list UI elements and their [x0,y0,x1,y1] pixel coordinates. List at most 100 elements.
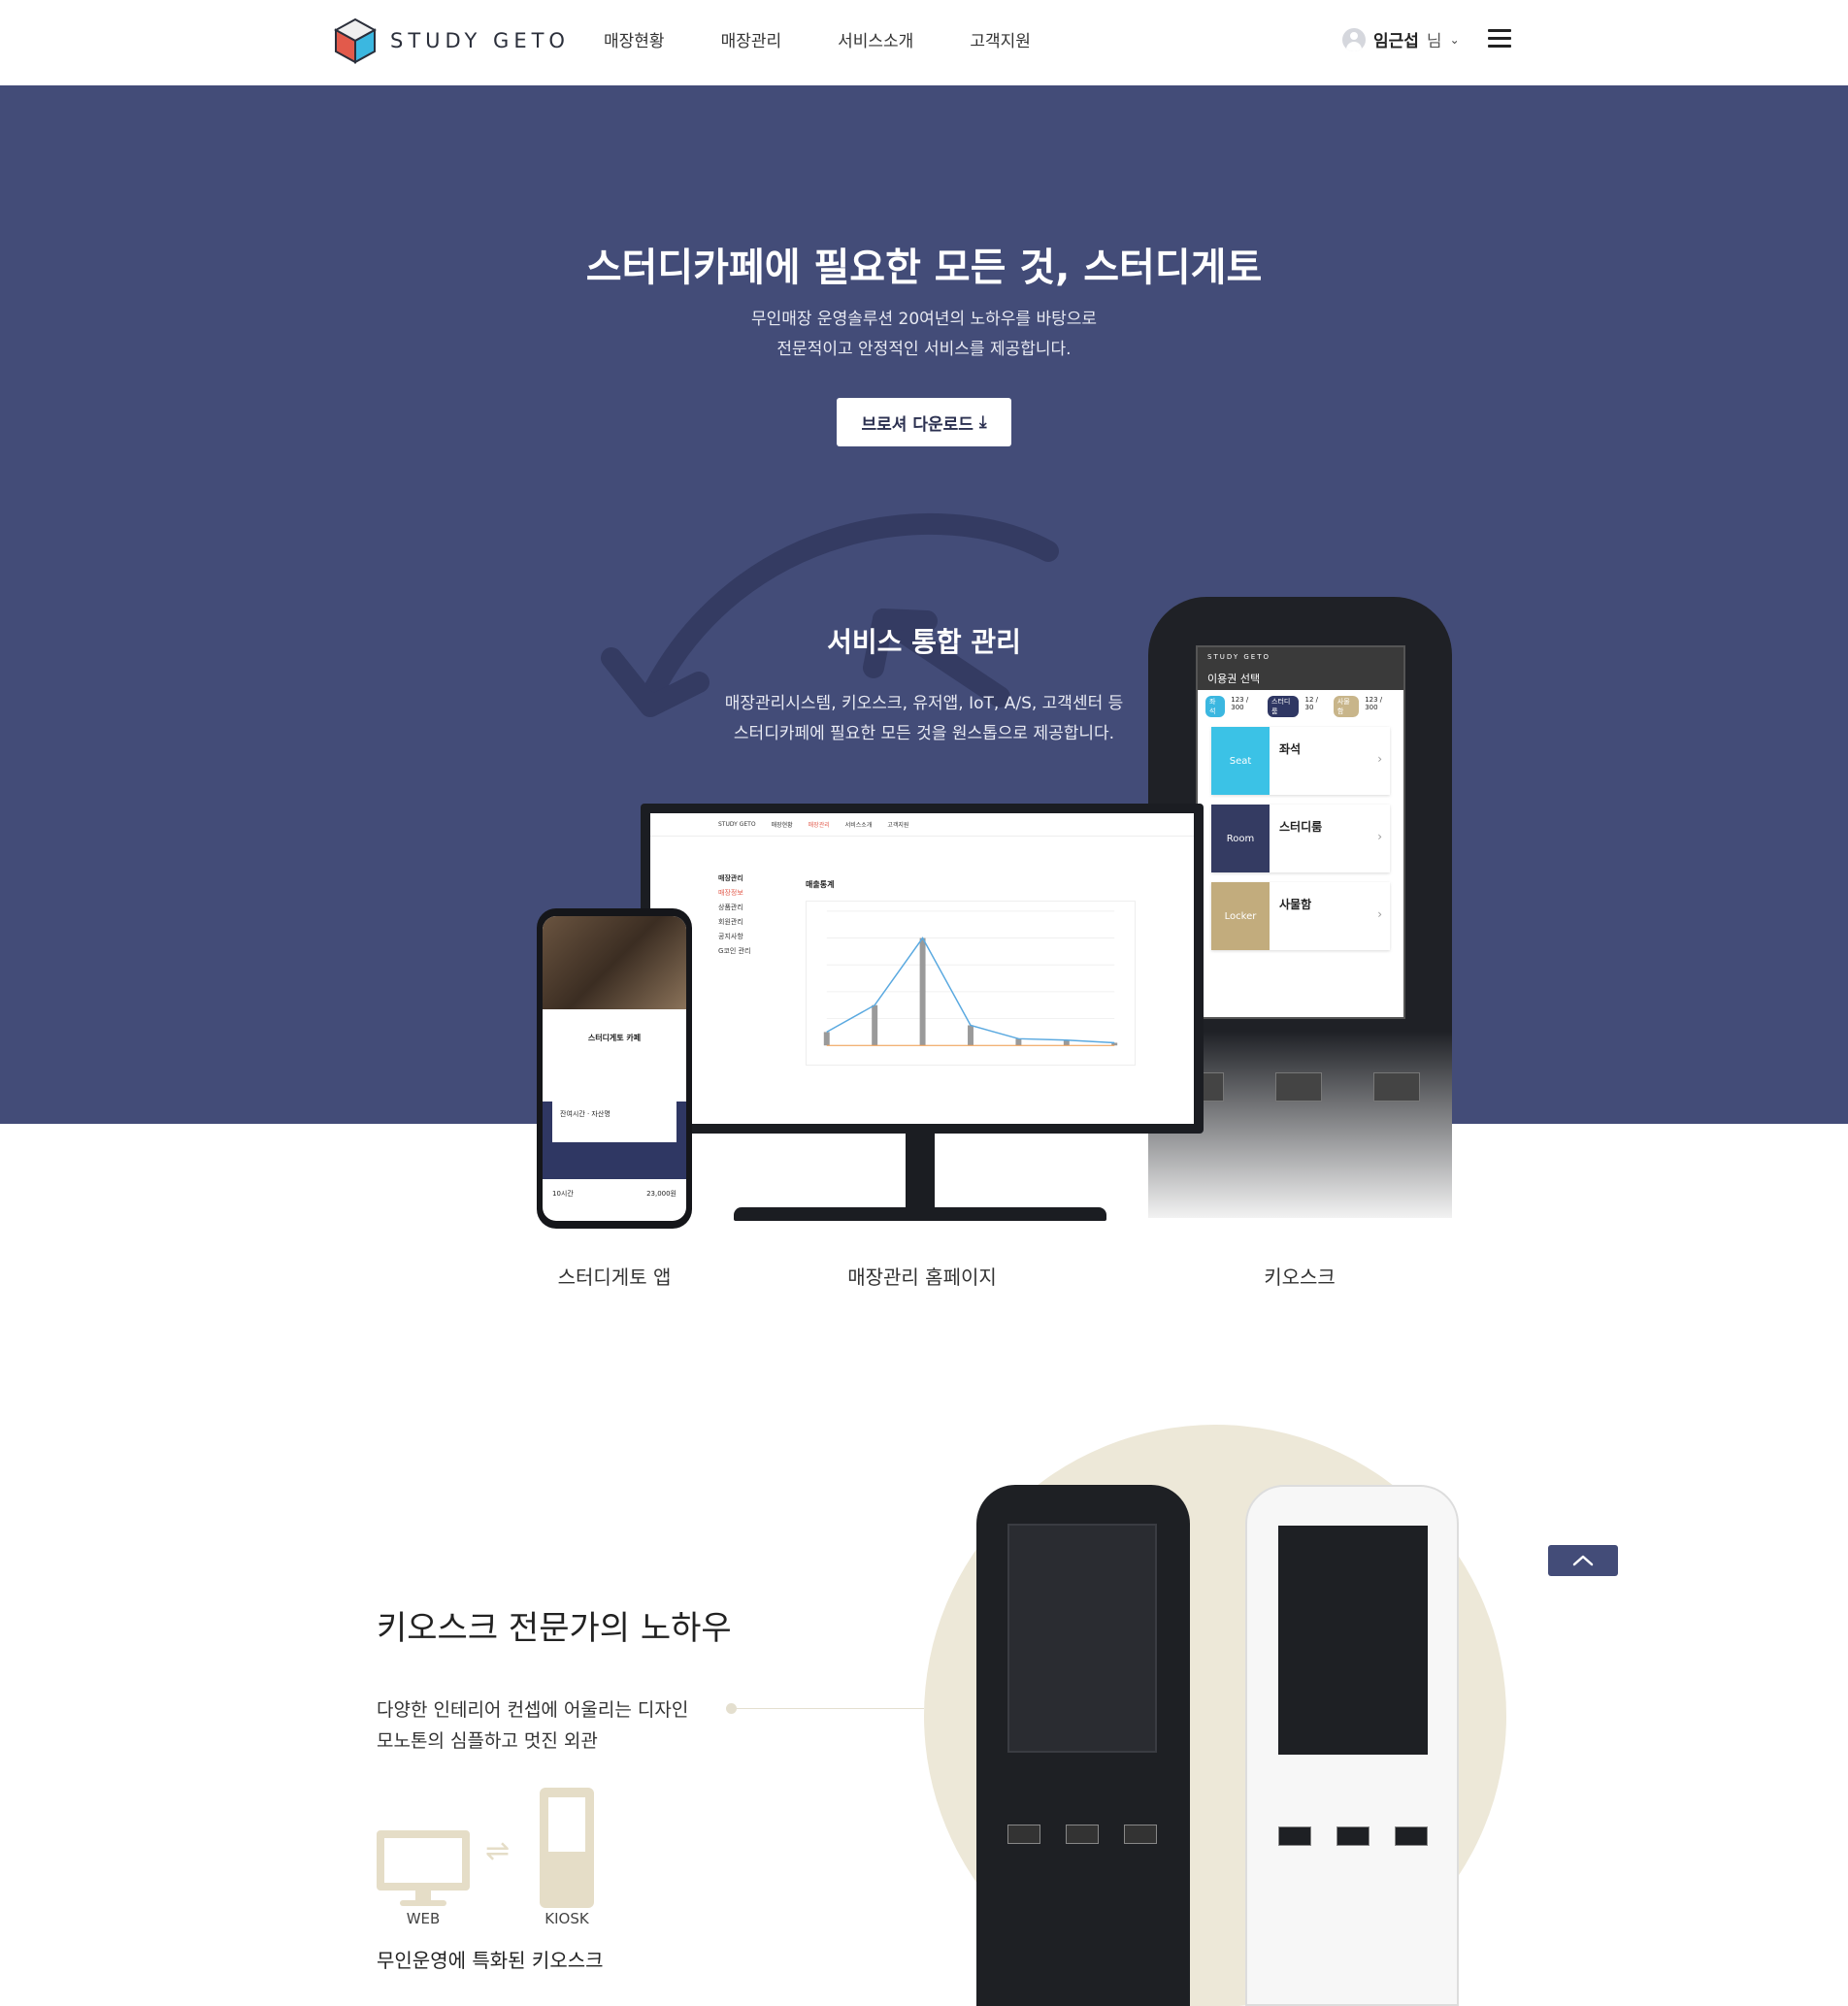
phone-time-label: 잔여시간 · 자산명 [560,1110,610,1118]
monitor-sidebar-title: 매장관리 [718,874,743,882]
user-menu[interactable]: 임근섭 님 ⌄ [1342,27,1460,51]
user-suffix: 님 [1426,32,1442,51]
kiosk-dark-screen [1007,1524,1157,1753]
kiosk-card-title: 스터디룸 [1279,820,1323,834]
chevron-down-icon: ⌄ [1449,32,1460,47]
monitor-device: STUDY GETO 매장현황 매장관리 서비스소개 고객지원 매장관리 매장정… [641,804,1204,1134]
monitor-nav-item: 매장현황 [771,822,793,829]
kiosk-card-locker[interactable]: Locker 사물함 › [1211,882,1390,950]
qr-reader-slot [1066,1825,1099,1844]
kiosk-icon [540,1788,594,1908]
kiosk-brand: STUDY GETO [1207,653,1270,661]
kiosk-tag-count: 123 / 300 [1365,696,1383,711]
service-subtitle: 매장관리시스템, 키오스크, 유저앱, IoT, A/S, 고객센터 등 스터디… [0,689,1848,749]
swap-arrows-icon: ⇌ [485,1834,511,1868]
monitor-icon-stand [415,1891,431,1900]
sales-chart [806,901,1136,1066]
user-name: 임근섭 [1373,32,1419,51]
monitor-sidebar-item: 매장정보 [718,889,743,897]
monitor-sidebar-item: G코인 관리 [718,947,751,955]
nav-store-management[interactable]: 매장관리 [721,27,782,51]
qr-reader-slot [1275,1072,1322,1102]
phone-price: 23,000원 [646,1190,676,1198]
phone-ticket-area: 잔여시간 · 자산명 [543,1102,686,1179]
qr-reader-slot [1336,1826,1370,1846]
scroll-top-button[interactable] [1548,1545,1618,1576]
brochure-download-button[interactable]: 브로셔 다운로드 ⤓ [837,398,1011,446]
kiosk-slots [1177,1072,1420,1102]
card-reader-slot [1278,1826,1311,1846]
device-label-homepage: 매장관리 홈페이지 [847,1266,997,1289]
device-label-kiosk: 키오스크 [1264,1266,1336,1289]
chevron-right-icon: › [1377,907,1382,921]
device-label-app: 스터디게토 앱 [557,1266,672,1289]
hero-subtitle-line: 전문적이고 안정적인 서비스를 제공합니다. [776,340,1072,359]
kiosk-card-title: 사물함 [1279,898,1312,911]
menu-icon[interactable] [1488,29,1511,49]
connector-dot [726,1703,737,1714]
chevron-right-icon: › [1377,830,1382,843]
phone-screen: 스터디게토 카페 잔여시간 · 자산명 10시간 23,000원 [543,916,686,1221]
web-label: WEB [406,1910,441,1927]
store-photo [543,916,686,1009]
monitor-nav-item: 매장관리 [808,822,830,829]
hero-subtitle: 무인매장 운영솔루션 20여년의 노하우를 바탕으로 전문적이고 안정적인 서비… [0,305,1848,365]
service-subtitle-line: 스터디카페에 필요한 모든 것을 원스톱으로 제공합니다. [733,724,1115,743]
kiosk-card-room[interactable]: Room 스터디룸 › [1211,805,1390,872]
receipt-slot [1124,1825,1157,1844]
phone-store-name: 스터디게토 카페 [587,1034,642,1042]
card-reader-slot [1007,1825,1040,1844]
kiosk-tag-seat: 좌석 [1205,696,1226,717]
download-icon: ⤓ [978,412,987,432]
chart-bar [1015,1038,1022,1046]
chart-bar [823,1032,830,1046]
monitor-sidebar-item: 상품관리 [718,904,743,911]
monitor-icon-base [400,1900,446,1906]
chart-bar [872,1004,878,1046]
page: STUDY GETO 매장현황 매장관리 서비스소개 고객지원 임근섭 님 ⌄ … [0,0,1848,2006]
receipt-slot [1373,1072,1420,1102]
kiosk-screen-header: STUDY GETO 이용권 선택 [1198,647,1403,690]
section2-bottom-text: 무인운영에 특화된 키오스크 [377,1949,604,1972]
monitor-sidebar: 매장관리 매장정보 상품관리 회원관리 공지사항 G코인 관리 [718,871,750,959]
logo-text: STUDY GETO [390,29,570,52]
logo[interactable]: STUDY GETO [334,17,570,64]
section2-title: 키오스크 전문가의 노하우 [377,1609,732,1648]
monitor-chart-title: 매출통계 [806,880,835,889]
chevron-up-icon [1572,1555,1594,1566]
section2-subtitle-line: 다양한 인테리어 컨셉에 어울리는 디자인 [377,1699,689,1721]
phone-hours: 10시간 [552,1190,574,1198]
nav-customer-support[interactable]: 고객지원 [970,27,1031,51]
room-icon: Room [1211,805,1270,872]
kiosk-tag-count: 123 / 300 [1231,696,1249,711]
cube-logo-icon [334,17,377,64]
kiosk-label: KIOSK [544,1910,589,1927]
nav-store-status[interactable]: 매장현황 [604,27,665,51]
phone-price-row: 10시간 23,000원 [543,1179,686,1208]
kiosk-light-screen [1278,1526,1428,1755]
download-label: 브로셔 다운로드 [861,414,974,435]
section2-subtitle: 다양한 인테리어 컨셉에 어울리는 디자인 모노톤의 심플하고 멋진 외관 [377,1694,688,1757]
kiosk-card-title: 좌석 [1279,742,1302,756]
main-nav: 매장현황 매장관리 서비스소개 고객지원 [604,27,1031,51]
section2-subtitle-line: 모노톤의 심플하고 멋진 외관 [377,1730,598,1752]
avatar-icon [1342,27,1366,51]
monitor-icon [377,1830,470,1891]
kiosk-tag-locker: 사물함 [1333,696,1360,717]
nav-service-intro[interactable]: 서비스소개 [838,27,913,51]
kiosk-card-seat[interactable]: Seat 좌석 › [1211,727,1390,795]
kiosk-tag-room: 스터디룸 [1268,696,1300,717]
monitor-screen: STUDY GETO 매장현황 매장관리 서비스소개 고객지원 매장관리 매장정… [650,813,1194,1124]
chart-bar [919,937,926,1046]
monitor-sidebar-item: 공지사항 [718,933,743,940]
monitor-nav-item: 고객지원 [887,822,909,829]
hero-subtitle-line: 무인매장 운영솔루션 20여년의 노하우를 바탕으로 [750,310,1098,329]
chart-bar [968,1025,974,1046]
kiosk-tag-count: 12 / 30 [1304,696,1318,711]
monitor-brand: STUDY GETO [718,821,756,828]
seat-icon: Seat [1211,727,1270,795]
service-subtitle-line: 매장관리시스템, 키오스크, 유저앱, IoT, A/S, 고객센터 등 [724,694,1124,713]
monitor-header: STUDY GETO 매장현황 매장관리 서비스소개 고객지원 [650,813,1194,837]
chevron-right-icon: › [1377,752,1382,766]
locker-icon: Locker [1211,882,1270,950]
